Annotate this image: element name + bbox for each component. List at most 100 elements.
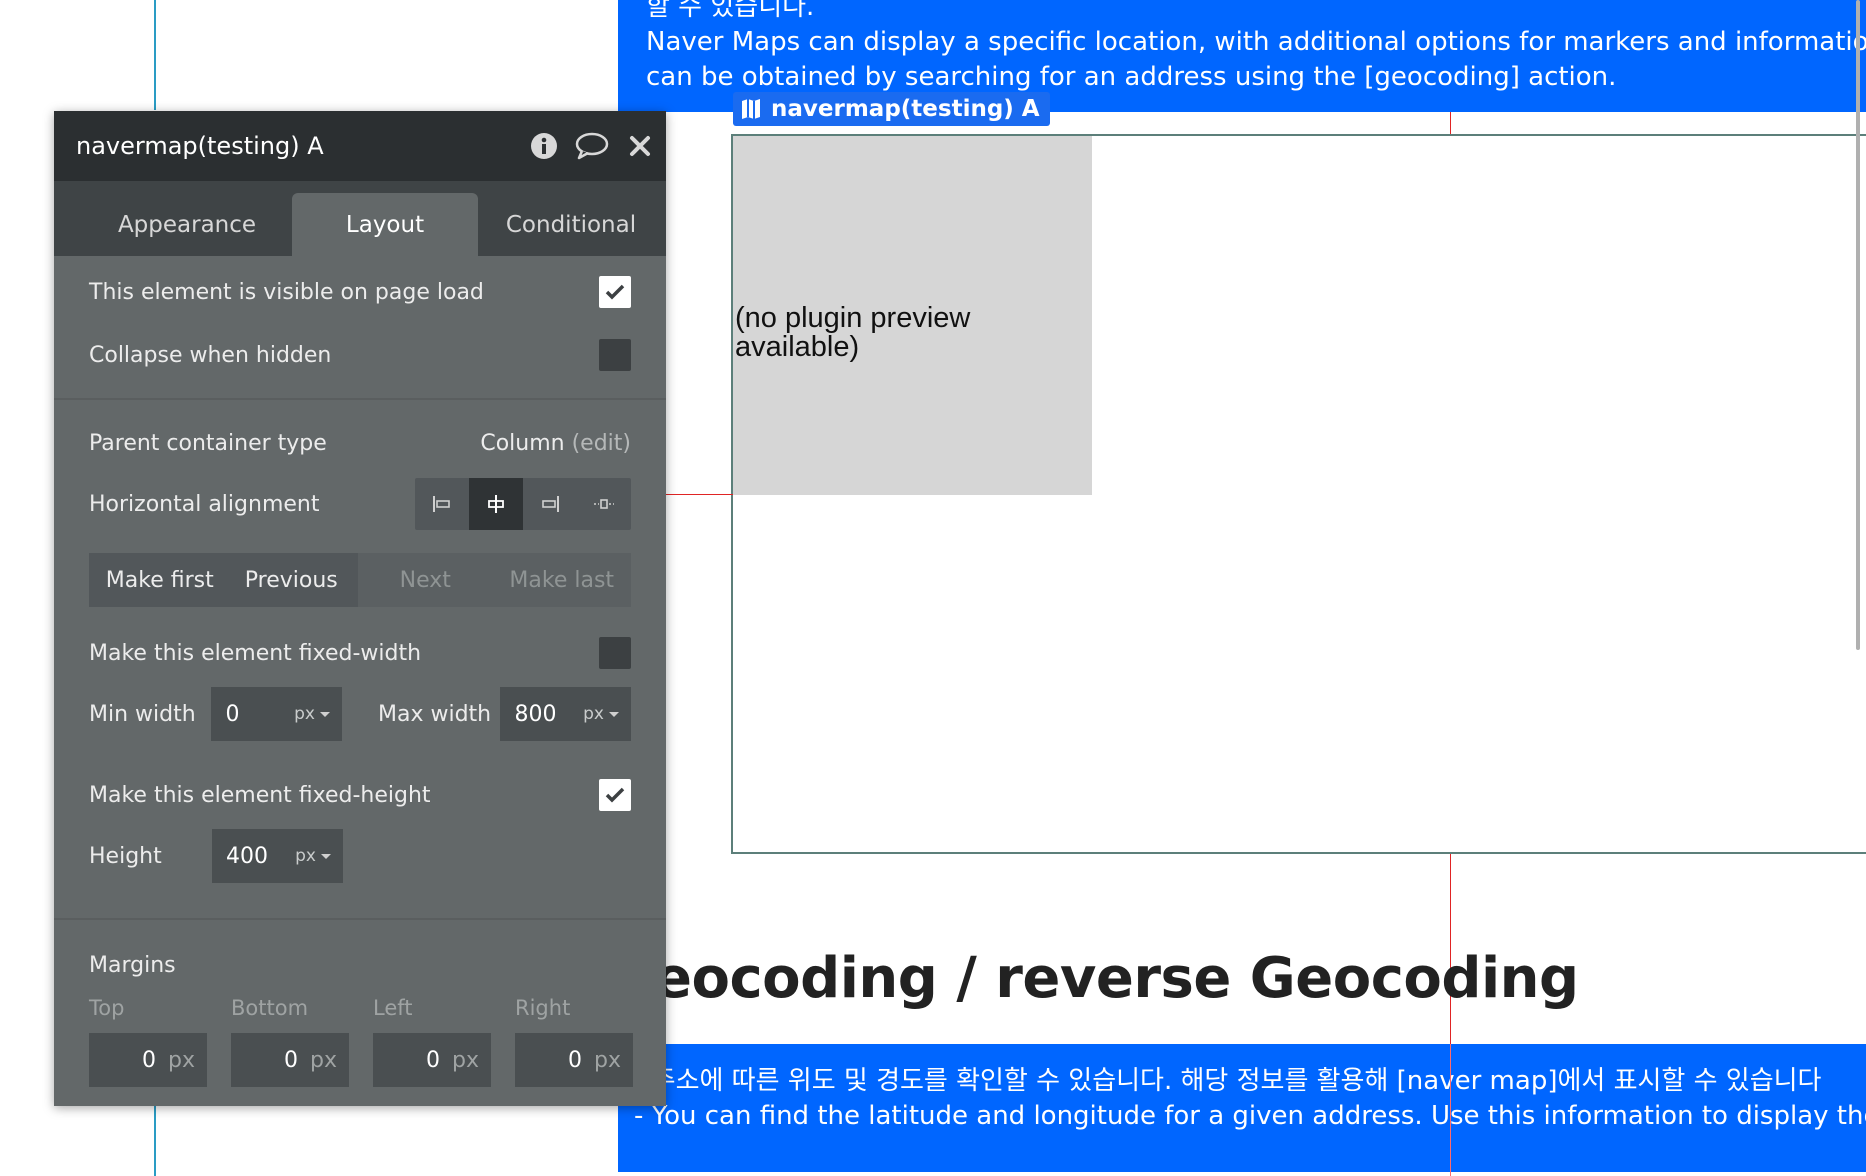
bottom-text-block[interactable]: - 주소에 따른 위도 및 경도를 확인할 수 있습니다. 해당 정보를 활용해… — [618, 1044, 1866, 1172]
horizontal-alignment-group — [415, 478, 631, 530]
panel-tabs: Appearance Layout Conditional — [54, 181, 666, 256]
height-row: Height 400 px — [89, 829, 631, 883]
horizontal-alignment-row: Horizontal alignment — [89, 477, 631, 531]
parent-container-type: Column — [480, 430, 565, 456]
page-guide-line — [154, 1106, 156, 1176]
align-left-icon — [433, 496, 450, 512]
align-stretch-icon — [594, 499, 614, 509]
margin-bottom-label: Bottom — [231, 996, 309, 1020]
chevron-down-icon — [320, 711, 330, 717]
align-right-icon — [542, 496, 559, 512]
fixed-height-row: Make this element fixed-height — [89, 775, 631, 815]
close-icon[interactable] — [626, 132, 654, 160]
align-stretch-button[interactable] — [577, 478, 631, 530]
max-width-unit: px — [583, 704, 604, 724]
margins-title: Margins — [89, 952, 176, 978]
margin-top-input[interactable]: 0 px — [89, 1033, 207, 1087]
tab-conditional[interactable]: Conditional — [478, 193, 664, 256]
panel-header[interactable]: navermap(testing) A — [54, 111, 666, 181]
margin-right-unit: px — [594, 1047, 621, 1073]
fixed-height-checkbox[interactable] — [599, 779, 631, 811]
min-width-unit: px — [294, 704, 315, 724]
min-width-unit-select[interactable]: px — [294, 704, 330, 724]
margin-left-label: Left — [373, 996, 413, 1020]
checkmark-icon — [605, 284, 625, 300]
height-value: 400 — [226, 843, 268, 869]
parent-container-edit-link[interactable]: (edit) — [572, 431, 631, 456]
min-width-label: Min width — [89, 701, 196, 727]
element-tag-label: navermap(testing) A — [771, 96, 1040, 122]
margin-left-value: 0 — [426, 1047, 441, 1073]
max-width-unit-select[interactable]: px — [583, 704, 619, 724]
alignment-guide-vertical — [1450, 112, 1451, 134]
max-width-label: Max width — [378, 701, 492, 727]
height-label: Height — [89, 843, 162, 869]
parent-container-value: Column (edit) — [480, 431, 631, 456]
margin-top-unit: px — [168, 1047, 195, 1073]
comment-icon[interactable] — [575, 132, 609, 160]
plugin-preview-text: (no plugin preview available) — [735, 302, 971, 363]
margin-top-label: Top — [89, 996, 125, 1020]
make-last-button: Make last — [492, 553, 631, 607]
collapse-when-hidden-checkbox[interactable] — [599, 339, 631, 371]
margin-bottom-input[interactable]: 0 px — [231, 1033, 349, 1087]
fixed-width-checkbox[interactable] — [599, 637, 631, 669]
next-button: Next — [358, 553, 493, 607]
panel-title: navermap(testing) A — [76, 132, 324, 160]
horizontal-alignment-label: Horizontal alignment — [89, 491, 320, 517]
align-right-button[interactable] — [523, 478, 577, 530]
text-line: - You can find the latitude and longitud… — [634, 1101, 1866, 1131]
align-left-button[interactable] — [415, 478, 469, 530]
collapse-when-hidden-label: Collapse when hidden — [89, 342, 332, 368]
parent-container-label: Parent container type — [89, 430, 327, 456]
margins-title-row: Margins — [89, 947, 631, 983]
parent-container-row: Parent container type Column (edit) — [89, 423, 631, 463]
margin-left-unit: px — [452, 1047, 479, 1073]
visible-on-load-checkbox[interactable] — [599, 276, 631, 308]
chevron-down-icon — [609, 711, 619, 717]
element-order-buttons: Make first Previous Next Make last — [89, 553, 631, 607]
canvas-scrollbar[interactable] — [1856, 0, 1860, 650]
previous-button[interactable]: Previous — [224, 553, 358, 607]
alignment-guide-horizontal — [666, 494, 733, 495]
margin-right-input[interactable]: 0 px — [515, 1033, 633, 1087]
info-icon[interactable] — [530, 132, 558, 160]
text-line: Naver Maps can display a specific locati… — [646, 27, 1866, 57]
tab-appearance[interactable]: Appearance — [82, 193, 292, 256]
height-unit-select[interactable]: px — [295, 846, 331, 866]
margin-top-value: 0 — [142, 1047, 157, 1073]
section-heading[interactable]: eocoding / reverse Geocoding — [654, 946, 1579, 1011]
plugin-preview-box: (no plugin preview available) — [733, 136, 1092, 495]
margin-bottom-unit: px — [310, 1047, 337, 1073]
min-width-value: 0 — [225, 701, 240, 727]
checkmark-icon — [605, 787, 625, 803]
fixed-width-row: Make this element fixed-width — [89, 633, 631, 673]
min-width-input[interactable]: 0 px — [211, 687, 342, 741]
visible-on-load-row: This element is visible on page load — [89, 272, 631, 312]
page-guide-line — [154, 0, 156, 110]
width-limits-row: Min width 0 px Max width 800 px — [89, 687, 631, 741]
visible-on-load-label: This element is visible on page load — [89, 279, 484, 305]
fixed-height-label: Make this element fixed-height — [89, 782, 431, 808]
height-unit: px — [295, 846, 316, 866]
height-input[interactable]: 400 px — [212, 829, 343, 883]
margin-left-input[interactable]: 0 px — [373, 1033, 491, 1087]
fixed-width-label: Make this element fixed-width — [89, 640, 422, 666]
align-center-icon — [488, 495, 504, 513]
section-divider — [54, 918, 666, 920]
selected-element-tag[interactable]: navermap(testing) A — [733, 92, 1050, 126]
tab-layout[interactable]: Layout — [292, 193, 478, 256]
property-editor-panel[interactable]: navermap(testing) A Appearance Layout Co… — [54, 111, 666, 1106]
section-divider — [54, 398, 666, 400]
margin-bottom-value: 0 — [284, 1047, 299, 1073]
margin-right-value: 0 — [568, 1047, 583, 1073]
text-line: 할 수 있습니다. — [646, 0, 815, 22]
max-width-value: 800 — [514, 701, 557, 727]
text-line: can be obtained by searching for an addr… — [646, 62, 1617, 92]
max-width-input[interactable]: 800 px — [500, 687, 631, 741]
chevron-down-icon — [321, 853, 331, 859]
text-line: - 주소에 따른 위도 및 경도를 확인할 수 있습니다. 해당 정보를 활용해… — [634, 1066, 1822, 1096]
collapse-when-hidden-row: Collapse when hidden — [89, 335, 631, 375]
make-first-button[interactable]: Make first — [89, 553, 227, 607]
align-center-button[interactable] — [469, 478, 523, 530]
